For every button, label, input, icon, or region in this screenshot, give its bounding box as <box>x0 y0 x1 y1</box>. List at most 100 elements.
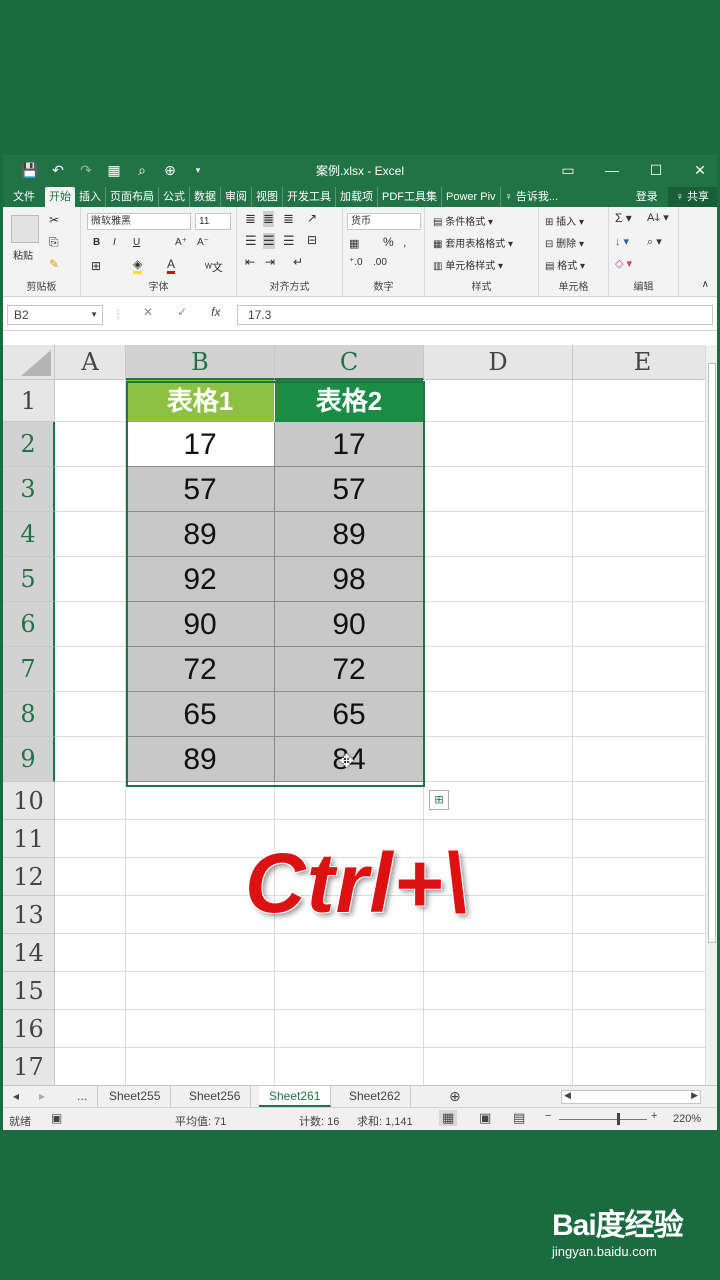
cell-d5[interactable] <box>424 557 573 602</box>
cell-a11[interactable] <box>55 820 126 858</box>
cell-e6[interactable] <box>573 602 713 647</box>
comma-button[interactable]: , <box>403 235 406 249</box>
cell-a5[interactable] <box>55 557 126 602</box>
cell-c16[interactable] <box>275 1010 424 1048</box>
save-icon[interactable]: 💾 <box>21 162 39 179</box>
decrease-indent-icon[interactable]: ⇤ <box>245 255 255 269</box>
cell-e4[interactable] <box>573 512 713 557</box>
cell-d2[interactable] <box>424 422 573 467</box>
cell-b2[interactable]: 17 <box>126 422 275 467</box>
form-icon[interactable]: ▦ <box>105 162 123 179</box>
cell-a6[interactable] <box>55 602 126 647</box>
font-name-select[interactable]: 微软雅黑 <box>87 213 191 230</box>
cell-c4[interactable]: 89 <box>275 512 424 557</box>
worksheet-grid[interactable]: ABCDE 1 2 3 4 5 6 7 8 9 10 11 12 13 14 15 16 17 表格1 表格2 17… <box>3 345 717 1085</box>
number-format-select[interactable]: 货币 <box>347 213 421 230</box>
zoom-slider-thumb[interactable] <box>617 1113 620 1125</box>
cell-d4[interactable] <box>424 512 573 557</box>
cell-d3[interactable] <box>424 467 573 512</box>
phonetic-icon[interactable]: ᵂ文 <box>205 259 223 275</box>
vertical-scroll-thumb[interactable] <box>708 363 716 943</box>
paste-icon[interactable] <box>11 215 39 243</box>
table-header-1[interactable]: 表格1 <box>126 380 275 422</box>
row-header-14[interactable]: 14 <box>3 934 55 972</box>
cell-d6[interactable] <box>424 602 573 647</box>
cell-a4[interactable] <box>55 512 126 557</box>
tab-home[interactable]: 开始 <box>45 187 75 207</box>
cell-b8[interactable]: 65 <box>126 692 275 737</box>
vertical-scrollbar[interactable] <box>705 345 717 1085</box>
row-header-15[interactable]: 15 <box>3 972 55 1010</box>
fill-button[interactable]: ↓ ▾ <box>615 235 629 248</box>
clear-button[interactable]: ◇ ▾ <box>615 257 632 270</box>
name-box[interactable]: B2 ▼ <box>7 305 103 325</box>
cell-a2[interactable] <box>55 422 126 467</box>
sheet-tab-261[interactable]: Sheet261 <box>259 1086 332 1107</box>
sheet-more-button[interactable]: ... <box>67 1086 99 1107</box>
border-icon[interactable]: ⊞ <box>91 259 101 273</box>
cell-c6[interactable]: 90 <box>275 602 424 647</box>
cell-a1[interactable] <box>55 380 126 422</box>
bottom-align-icon[interactable]: ≣ <box>283 211 294 227</box>
row-header-9[interactable]: 9 <box>3 737 55 782</box>
insert-function-icon[interactable]: fx <box>211 305 220 319</box>
column-header-a[interactable]: A <box>55 345 126 380</box>
sheet-tab-256[interactable]: Sheet256 <box>179 1086 252 1107</box>
merge-center-icon[interactable]: ⊟ <box>307 233 317 247</box>
increase-indent-icon[interactable]: ⇥ <box>265 255 275 269</box>
collapse-ribbon-icon[interactable]: ∧ <box>702 279 709 290</box>
format-cells-button[interactable]: ▤ 格式 ▾ <box>545 257 585 272</box>
shrink-font-button[interactable]: A⁻ <box>197 237 209 248</box>
font-color-icon[interactable]: A <box>167 257 176 274</box>
cell-a13[interactable] <box>55 896 126 934</box>
ribbon-display-icon[interactable]: ▭ <box>557 162 579 179</box>
cell-c7[interactable]: 72 <box>275 647 424 692</box>
sheet-tab-262[interactable]: Sheet262 <box>339 1086 412 1107</box>
cell-b17[interactable] <box>126 1048 275 1085</box>
cell-e17[interactable] <box>573 1048 713 1085</box>
autosum-button[interactable]: Σ ▾ <box>615 211 632 225</box>
sheet-tab-255[interactable]: Sheet255 <box>99 1086 172 1107</box>
row-header-2[interactable]: 2 <box>3 422 55 467</box>
cell-c10[interactable] <box>275 782 424 820</box>
cell-e15[interactable] <box>573 972 713 1010</box>
cell-e2[interactable] <box>573 422 713 467</box>
format-painter-icon[interactable]: ✎ <box>49 257 59 271</box>
cancel-icon[interactable]: ✕ <box>143 305 153 319</box>
cell-c8[interactable]: 65 <box>275 692 424 737</box>
redo-icon[interactable]: ↷ <box>77 162 95 179</box>
column-header-e[interactable]: E <box>573 345 713 380</box>
cell-a16[interactable] <box>55 1010 126 1048</box>
cell-c2[interactable]: 17 <box>275 422 424 467</box>
table-header-2[interactable]: 表格2 <box>275 380 424 422</box>
align-center-icon[interactable]: ☰ <box>263 233 275 249</box>
delete-cells-button[interactable]: ⊟ 删除 ▾ <box>545 235 584 250</box>
cell-e12[interactable] <box>573 858 713 896</box>
horizontal-scrollbar[interactable]: ◀ ▶ <box>561 1090 701 1104</box>
close-button[interactable]: ✕ <box>689 162 711 179</box>
orientation-icon[interactable]: ↗ <box>307 211 317 225</box>
middle-align-icon[interactable]: ≣ <box>263 211 274 227</box>
cell-a15[interactable] <box>55 972 126 1010</box>
sort-filter-button[interactable]: Aↆ ▾ <box>647 211 669 225</box>
cut-icon[interactable]: ✂ <box>49 213 59 227</box>
tab-view[interactable]: 视图 <box>252 187 283 207</box>
cell-d1[interactable] <box>424 380 573 422</box>
minimize-button[interactable]: — <box>601 162 623 178</box>
cell-e11[interactable] <box>573 820 713 858</box>
row-header-10[interactable]: 10 <box>3 782 55 820</box>
column-header-d[interactable]: D <box>424 345 573 380</box>
add-sheet-button[interactable]: ⊕ <box>439 1086 471 1107</box>
tab-developer[interactable]: 开发工具 <box>283 187 336 207</box>
cell-d15[interactable] <box>424 972 573 1010</box>
tab-addins[interactable]: 加载项 <box>336 187 378 207</box>
align-right-icon[interactable]: ☰ <box>283 233 295 249</box>
formula-input[interactable]: 17.3 <box>237 305 713 325</box>
cell-a7[interactable] <box>55 647 126 692</box>
cell-c14[interactable] <box>275 934 424 972</box>
cell-a3[interactable] <box>55 467 126 512</box>
row-header-7[interactable]: 7 <box>3 647 55 692</box>
cell-b7[interactable]: 72 <box>126 647 275 692</box>
page-break-view-icon[interactable]: ▤ <box>513 1110 525 1126</box>
tab-page-layout[interactable]: 页面布局 <box>106 187 159 207</box>
